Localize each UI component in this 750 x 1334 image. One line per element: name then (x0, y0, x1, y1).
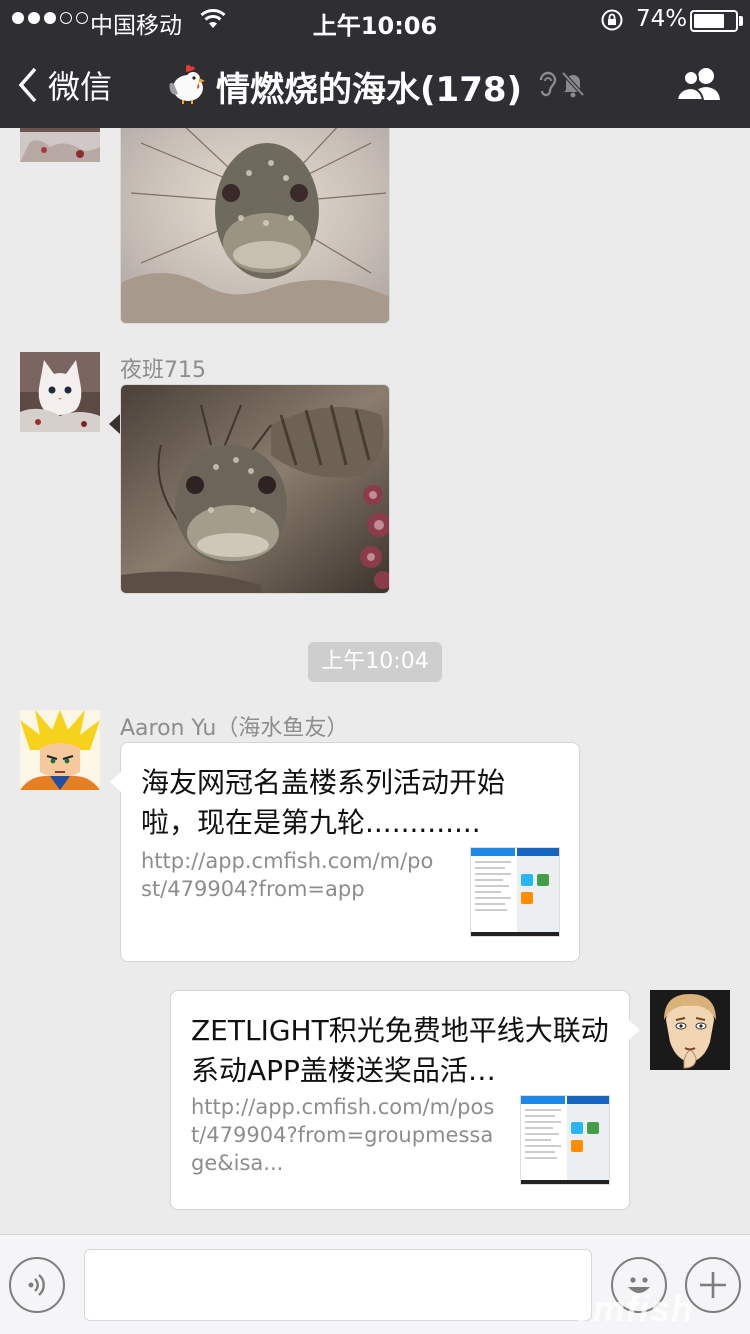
rooster-emoji-icon (169, 64, 205, 104)
image-message-2[interactable] (120, 384, 390, 594)
avatar-self[interactable] (650, 990, 730, 1070)
voice-input-button[interactable] (9, 1257, 65, 1313)
chat-area[interactable]: 夜班715 上午10:04 Aaron Yu（海水鱼友） 海友网冠名盖楼系列活动… (0, 128, 750, 1234)
voice-icon (28, 1274, 45, 1296)
bubble-tail (109, 414, 120, 434)
plus-icon (700, 1272, 726, 1298)
link-card-title: ZETLIGHT积光免费地平线大联动系动APP盖楼送奖品活… (191, 1014, 609, 1087)
watermark-logo: cmfish (572, 1288, 695, 1329)
battery-percentage: 74% (636, 6, 688, 32)
link-card-message[interactable]: 海友网冠名盖楼系列活动开始啦，现在是第九轮............. http:… (120, 742, 580, 962)
bubble-tail (629, 1020, 640, 1040)
top-bar: 中国移动 上午10:06 74% 微信 情燃烧的海水(178) (0, 0, 750, 128)
battery-tip (739, 16, 743, 26)
mute-notifications-icon (561, 71, 585, 98)
link-card-message-own[interactable]: ZETLIGHT积光免费地平线大联动系动APP盖楼送奖品活… http://ap… (170, 990, 630, 1210)
group-members-icon[interactable] (676, 66, 724, 102)
cat-avatar-image (20, 352, 100, 432)
battery-icon (690, 10, 738, 32)
status-bar: 中国移动 上午10:06 74% (0, 0, 750, 40)
cartoon-face-avatar-image (650, 990, 730, 1070)
chat-title: 情燃烧的海水(178) (216, 70, 523, 110)
link-card-url: http://app.cmfish.com/m/post/479904?from… (141, 849, 434, 901)
link-thumbnail (520, 1095, 610, 1185)
link-card-title: 海友网冠名盖楼系列活动开始啦，现在是第九轮............. (141, 766, 506, 839)
link-thumbnail (470, 847, 560, 937)
fish-photo-1 (121, 128, 389, 323)
back-label: 微信 (48, 68, 113, 106)
app-screenshot-thumbnail (471, 848, 559, 936)
link-card-url: http://app.cmfish.com/m/post/479904?from… (191, 1095, 495, 1175)
avatar-cat[interactable] (20, 352, 100, 432)
image-message-1[interactable] (120, 128, 390, 324)
bubble-tail (110, 772, 121, 792)
rotation-lock-icon (601, 9, 623, 31)
fish-photo-2 (121, 385, 389, 593)
app-screenshot-thumbnail (521, 1096, 609, 1184)
chevron-left-icon (18, 67, 37, 103)
sender-name: Aaron Yu（海水鱼友） (120, 716, 349, 741)
message-input[interactable] (84, 1249, 592, 1321)
earpiece-mode-icon (539, 71, 557, 97)
back-button[interactable]: 微信 (18, 62, 112, 108)
cat-avatar-image (20, 128, 100, 162)
avatar-goku[interactable] (20, 710, 100, 790)
sender-name: 夜班715 (120, 358, 206, 383)
avatar-cat[interactable] (20, 128, 100, 162)
goku-avatar-image (20, 710, 100, 790)
timestamp-pill: 上午10:04 (308, 642, 442, 682)
